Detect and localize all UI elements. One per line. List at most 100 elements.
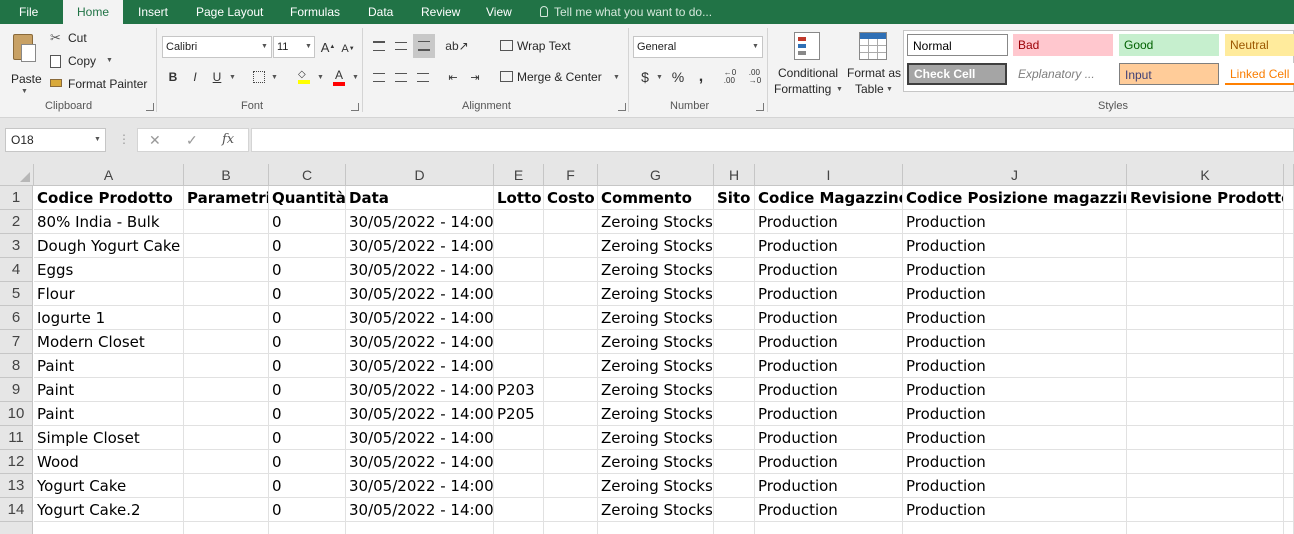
enter-icon[interactable]: ✓	[186, 132, 198, 149]
column-header-i[interactable]: I	[755, 164, 903, 186]
increase-decimal-icon[interactable]: ←0.00	[720, 67, 740, 87]
table-cell[interactable]	[184, 426, 269, 450]
align-center-icon[interactable]	[392, 67, 410, 87]
column-title[interactable]: Costo	[544, 186, 598, 210]
table-cell[interactable]	[184, 378, 269, 402]
middle-align-icon[interactable]	[392, 36, 410, 56]
row-header-8[interactable]: 8	[0, 354, 33, 378]
empty-cell[interactable]	[1284, 234, 1294, 258]
table-cell[interactable]	[184, 306, 269, 330]
table-cell[interactable]	[714, 210, 755, 234]
style-explanatory[interactable]: Explanatory ...	[1013, 63, 1113, 85]
table-cell[interactable]: Production	[903, 474, 1127, 498]
table-cell[interactable]	[544, 474, 598, 498]
table-cell[interactable]	[544, 450, 598, 474]
table-cell[interactable]: 0	[269, 282, 346, 306]
tab-page-layout[interactable]: Page Layout	[196, 0, 263, 24]
tab-formulas[interactable]: Formulas	[290, 0, 340, 24]
empty-cell[interactable]	[1284, 378, 1294, 402]
column-title[interactable]: Lotto	[494, 186, 544, 210]
table-cell[interactable]: P205	[494, 402, 544, 426]
borders-icon[interactable]	[250, 67, 268, 87]
table-cell[interactable]: Production	[755, 354, 903, 378]
table-cell[interactable]: Production	[903, 498, 1127, 522]
row-header-3[interactable]: 3	[0, 234, 33, 258]
name-box[interactable]: O18 ▼	[5, 128, 106, 152]
table-cell[interactable]	[1127, 378, 1284, 402]
table-cell[interactable]: Simple Closet	[34, 426, 184, 450]
table-cell[interactable]	[184, 282, 269, 306]
table-cell[interactable]	[544, 402, 598, 426]
table-cell[interactable]	[184, 258, 269, 282]
table-cell[interactable]: Production	[755, 306, 903, 330]
column-header-h[interactable]: H	[714, 164, 755, 186]
font-launcher-icon[interactable]	[351, 103, 359, 111]
table-cell[interactable]	[1127, 354, 1284, 378]
table-cell[interactable]: 0	[269, 402, 346, 426]
table-cell[interactable]	[544, 234, 598, 258]
table-cell[interactable]: 0	[269, 426, 346, 450]
column-header-a[interactable]: A	[34, 164, 184, 186]
empty-cell[interactable]	[494, 522, 544, 534]
table-cell[interactable]	[184, 234, 269, 258]
row-header-15[interactable]	[0, 522, 33, 534]
cancel-icon[interactable]: ✕	[149, 132, 161, 149]
empty-cell[interactable]	[1284, 258, 1294, 282]
formula-input[interactable]	[251, 128, 1294, 152]
row-header-4[interactable]: 4	[0, 258, 33, 282]
table-cell[interactable]: Production	[755, 282, 903, 306]
table-cell[interactable]	[544, 498, 598, 522]
table-cell[interactable]	[714, 474, 755, 498]
style-bad[interactable]: Bad	[1013, 34, 1113, 56]
table-cell[interactable]: 30/05/2022 - 14:00	[346, 450, 494, 474]
tab-view[interactable]: View	[486, 0, 512, 24]
table-cell[interactable]: P203	[494, 378, 544, 402]
bold-button[interactable]: B	[164, 67, 182, 87]
table-cell[interactable]: Modern Closet	[34, 330, 184, 354]
table-cell[interactable]: Production	[903, 354, 1127, 378]
orientation-icon[interactable]: ab↗	[445, 36, 468, 56]
format-as-table-button[interactable]: Format as Table ▼	[845, 30, 901, 98]
row-header-7[interactable]: 7	[0, 330, 33, 354]
table-cell[interactable]: 30/05/2022 - 14:00	[346, 402, 494, 426]
table-cell[interactable]	[544, 378, 598, 402]
empty-cell[interactable]	[1284, 354, 1294, 378]
column-title[interactable]: Data	[346, 186, 494, 210]
number-format-select[interactable]: General	[633, 36, 763, 58]
table-cell[interactable]: Paint	[34, 402, 184, 426]
table-cell[interactable]: 30/05/2022 - 14:00	[346, 426, 494, 450]
table-cell[interactable]: Production	[903, 402, 1127, 426]
table-cell[interactable]: Paint	[34, 378, 184, 402]
table-cell[interactable]: 30/05/2022 - 14:00	[346, 330, 494, 354]
column-header-f[interactable]: F	[544, 164, 598, 186]
table-cell[interactable]	[494, 330, 544, 354]
column-title[interactable]: Codice Prodotto	[34, 186, 184, 210]
style-normal[interactable]: Normal	[907, 34, 1008, 56]
row-header-2[interactable]: 2	[0, 210, 33, 234]
table-cell[interactable]	[1127, 282, 1284, 306]
column-title[interactable]: Revisione Prodotto	[1127, 186, 1284, 210]
table-cell[interactable]: Yogurt Cake.2	[34, 498, 184, 522]
currency-button[interactable]: $	[637, 67, 653, 87]
row-header-10[interactable]: 10	[0, 402, 33, 426]
empty-cell[interactable]	[1284, 474, 1294, 498]
table-cell[interactable]: Zeroing Stocks	[598, 426, 714, 450]
row-header-13[interactable]: 13	[0, 474, 33, 498]
table-cell[interactable]	[184, 402, 269, 426]
table-cell[interactable]	[1127, 426, 1284, 450]
table-cell[interactable]: Zeroing Stocks	[598, 498, 714, 522]
conditional-formatting-button[interactable]: Conditional Formatting ▼	[772, 30, 844, 98]
table-cell[interactable]: Production	[755, 258, 903, 282]
table-cell[interactable]: 0	[269, 234, 346, 258]
tab-insert[interactable]: Insert	[138, 0, 168, 24]
table-cell[interactable]	[544, 426, 598, 450]
column-title[interactable]: Parametri	[184, 186, 269, 210]
table-cell[interactable]	[494, 354, 544, 378]
table-cell[interactable]: Production	[755, 450, 903, 474]
table-cell[interactable]: Dough Yogurt Cake	[34, 234, 184, 258]
table-cell[interactable]	[714, 354, 755, 378]
column-header-j[interactable]: J	[903, 164, 1127, 186]
style-input[interactable]: Input	[1119, 63, 1219, 85]
tab-data[interactable]: Data	[368, 0, 393, 24]
empty-cell[interactable]	[184, 522, 269, 534]
